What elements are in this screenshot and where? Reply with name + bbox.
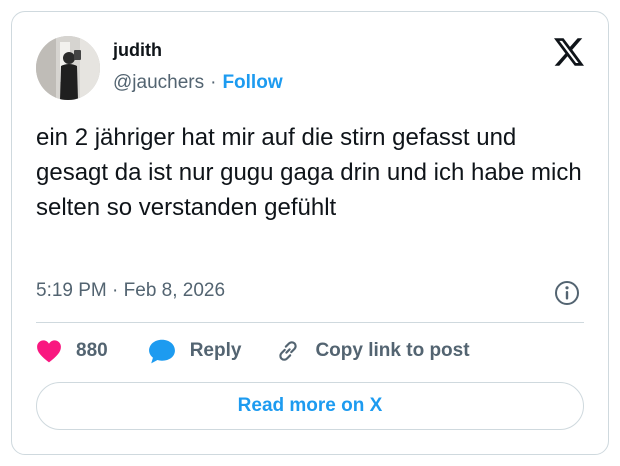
reply-button[interactable]: Reply (148, 338, 242, 364)
tweet-timestamp[interactable]: 5:19 PM · Feb 8, 2026 (36, 280, 225, 302)
separator-dot: · (210, 72, 217, 93)
copy-link-label: Copy link to post (315, 340, 470, 361)
author-handle[interactable]: @jauchers (113, 72, 204, 94)
avatar-image (36, 36, 100, 100)
link-icon (279, 341, 298, 361)
tweet-text: ein 2 jähriger hat mir auf die stirn gef… (36, 124, 582, 221)
follow-button[interactable]: Follow (222, 72, 282, 94)
like-count: 880 (76, 340, 108, 361)
tweet-card: judith @jauchers · Follow ein 2 jähriger… (11, 11, 609, 455)
action-bar: 880 Reply Copy link to post (36, 338, 470, 364)
like-button[interactable]: 880 (36, 339, 108, 363)
reply-label: Reply (189, 340, 242, 361)
copy-link-button[interactable]: Copy link to post (275, 338, 470, 364)
author-handle-row: @jauchers · Follow (113, 72, 283, 94)
avatar[interactable] (36, 36, 100, 100)
speech-bubble-icon (148, 339, 175, 364)
x-logo-icon[interactable] (554, 38, 584, 66)
info-icon[interactable] (554, 280, 580, 306)
heart-icon (37, 340, 61, 363)
divider (36, 322, 584, 323)
read-more-button[interactable]: Read more on X (36, 382, 584, 430)
author-name[interactable]: judith (113, 40, 162, 61)
